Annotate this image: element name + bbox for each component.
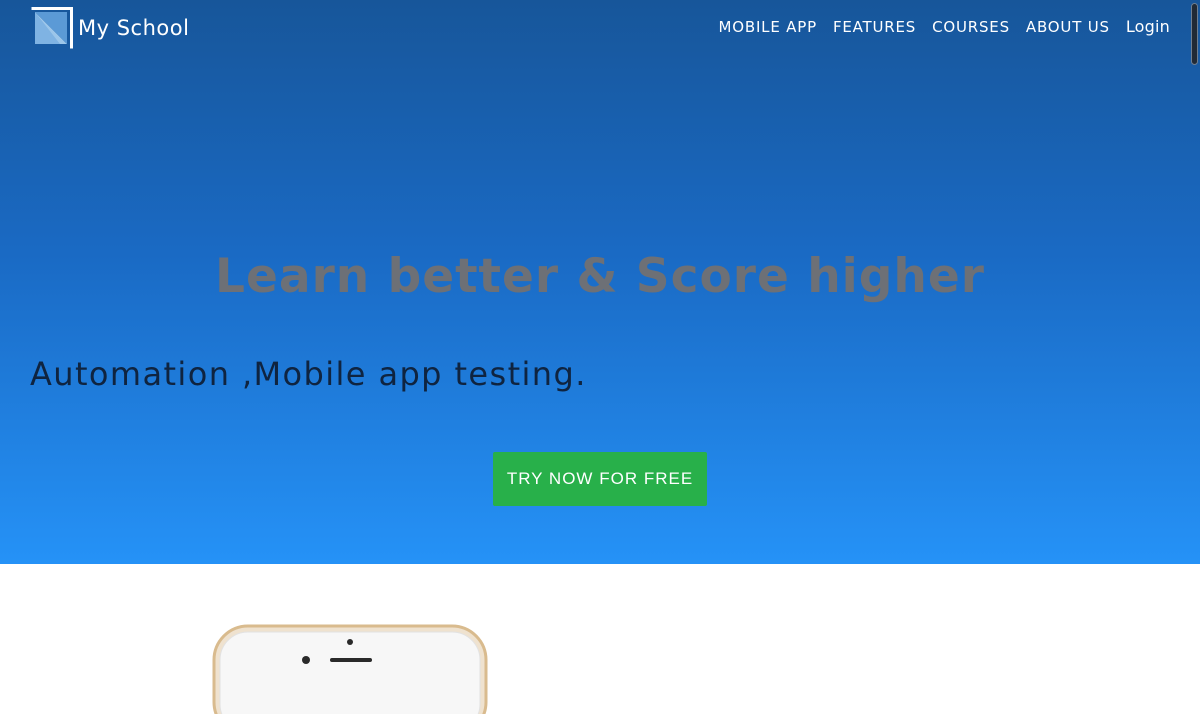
scrollbar-thumb[interactable] (1191, 3, 1198, 65)
hero-subline: Automation ,Mobile app testing. (30, 355, 587, 393)
navbar: My School MOBILE APP FEATURES COURSES AB… (0, 0, 1200, 58)
hero-section: My School MOBILE APP FEATURES COURSES AB… (0, 0, 1200, 564)
nav-item-courses[interactable]: COURSES (932, 18, 1010, 36)
phone-mockup-icon (212, 624, 488, 714)
nav-item-login[interactable]: Login (1126, 17, 1170, 36)
brand-link[interactable]: My School (30, 6, 189, 50)
hero-headline: Learn better & Score higher (215, 249, 985, 304)
nav-item-mobile-app[interactable]: MOBILE APP (719, 18, 817, 36)
page-scrollbar[interactable] (1188, 0, 1200, 665)
nav-item-about-us[interactable]: ABOUT US (1026, 18, 1110, 36)
nav-item-features[interactable]: FEATURES (833, 18, 916, 36)
nav-menu: MOBILE APP FEATURES COURSES ABOUT US Log… (703, 17, 1170, 36)
brand-name: My School (78, 16, 190, 40)
school-logo-icon (31, 6, 73, 48)
try-now-button[interactable]: TRY NOW FOR FREE (493, 452, 707, 506)
